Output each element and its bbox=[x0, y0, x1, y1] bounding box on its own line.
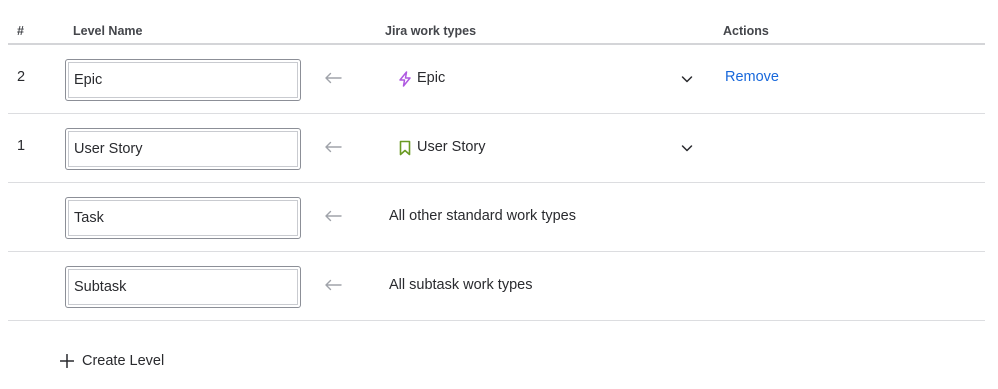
work-type-text: All other standard work types bbox=[389, 208, 576, 224]
lightning-bolt-icon bbox=[399, 71, 411, 87]
table-row: 2 Epic Remove bbox=[8, 45, 985, 114]
table-row: 1 User Story bbox=[8, 114, 985, 183]
plus-icon bbox=[60, 354, 74, 368]
chevron-down-icon bbox=[681, 145, 693, 152]
work-type-label: Epic bbox=[417, 70, 446, 86]
arrow-left-icon bbox=[325, 141, 342, 153]
arrow-left-icon bbox=[325, 279, 342, 291]
table-header: # Level Name Jira work types Actions bbox=[8, 20, 985, 45]
table-row: All subtask work types bbox=[8, 252, 985, 321]
column-header-level-name: Level Name bbox=[73, 24, 143, 38]
level-number: 2 bbox=[17, 69, 26, 85]
bookmark-icon bbox=[399, 140, 411, 156]
table-row: All other standard work types bbox=[8, 183, 985, 252]
column-header-jira-work-types: Jira work types bbox=[385, 24, 477, 38]
level-name-input[interactable] bbox=[65, 197, 301, 239]
work-type-label: User Story bbox=[417, 139, 486, 155]
level-name-input[interactable] bbox=[65, 128, 301, 170]
remove-button[interactable]: Remove bbox=[725, 69, 779, 85]
chevron-down-icon bbox=[681, 76, 693, 83]
column-header-number: # bbox=[17, 24, 24, 38]
create-level-label: Create Level bbox=[82, 353, 165, 369]
level-name-input[interactable] bbox=[65, 266, 301, 308]
arrow-left-icon bbox=[325, 210, 342, 222]
work-type-select[interactable]: Epic bbox=[393, 62, 693, 96]
column-header-actions: Actions bbox=[723, 24, 769, 38]
level-number: 1 bbox=[17, 138, 26, 154]
level-name-input[interactable] bbox=[65, 59, 301, 101]
arrow-left-icon bbox=[325, 72, 342, 84]
work-type-select[interactable]: User Story bbox=[393, 131, 693, 165]
work-type-text: All subtask work types bbox=[389, 277, 533, 293]
